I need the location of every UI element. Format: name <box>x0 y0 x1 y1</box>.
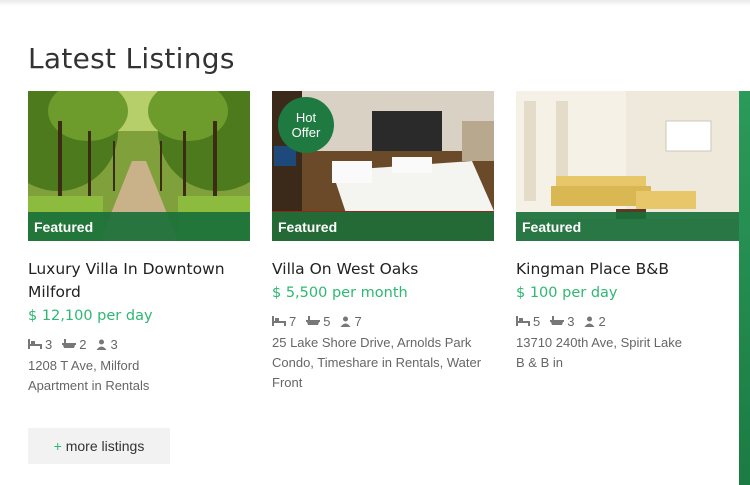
listing-image[interactable]: Featured <box>28 91 250 241</box>
bathtub-icon <box>306 316 321 325</box>
baths-count: 5 <box>323 313 331 329</box>
beds-count: 5 <box>533 313 541 329</box>
baths-feature: 2 <box>62 337 86 352</box>
person-icon <box>96 339 107 350</box>
header-shadow <box>0 0 750 6</box>
featured-badge: Featured <box>516 212 750 241</box>
guests-count: 3 <box>110 336 118 352</box>
listing-price: $ 12,100 per day <box>28 308 153 324</box>
listing-title[interactable]: Luxury Villa In Downtown Milford <box>28 258 250 304</box>
plus-icon: + <box>53 438 62 454</box>
listing-price: $ 100 per day <box>516 285 618 301</box>
hot-offer-line-1: Hot <box>295 110 317 125</box>
listing-image[interactable]: Hot Offer Featured <box>272 91 494 241</box>
listing-address: 13710 240th Ave, Spirit Lake <box>516 335 682 350</box>
section-title: Latest Listings <box>28 42 235 75</box>
listing-features: 5 3 2 <box>516 313 750 329</box>
guests-count: 2 <box>598 313 606 329</box>
hot-offer-line-2: Offer <box>291 125 321 140</box>
bathtub-icon <box>62 339 77 348</box>
bed-icon <box>28 339 42 349</box>
listing-address: 25 Lake Shore Drive, Arnolds Park <box>272 335 472 350</box>
baths-count: 3 <box>567 313 575 329</box>
listing-card[interactable]: Featured Kingman Place B&B $ 100 per day… <box>516 91 750 373</box>
more-listings-label: more listings <box>65 438 145 454</box>
bed-icon <box>516 316 530 326</box>
beds-count: 7 <box>289 313 297 329</box>
listing-features: 3 2 3 <box>28 336 250 352</box>
listing-card[interactable]: Featured Luxury Villa In Downtown Milfor… <box>28 91 250 396</box>
guests-feature: 3 <box>96 336 118 352</box>
baths-count: 2 <box>79 336 87 352</box>
listing-card[interactable]: Hot Offer Featured Villa On West Oaks $ … <box>272 91 494 393</box>
listing-price: $ 5,500 per month <box>272 285 408 301</box>
listing-image[interactable]: Featured <box>516 91 750 241</box>
featured-badge: Featured <box>28 212 250 241</box>
bed-icon <box>272 316 286 326</box>
listing-title[interactable]: Villa On West Oaks <box>272 258 494 281</box>
featured-badge: Featured <box>272 212 494 241</box>
guests-count: 7 <box>354 313 362 329</box>
baths-feature: 3 <box>550 314 574 329</box>
beds-feature: 5 <box>516 314 540 329</box>
more-listings-button[interactable]: + more listings <box>28 428 170 464</box>
person-icon <box>584 316 595 327</box>
beds-count: 3 <box>45 336 53 352</box>
bathtub-icon <box>550 316 565 325</box>
listing-address: 1208 T Ave, Milford <box>28 358 140 373</box>
hot-offer-badge: Hot Offer <box>278 97 334 153</box>
listing-title[interactable]: Kingman Place B&B <box>516 258 750 281</box>
listing-features: 7 5 7 <box>272 313 494 329</box>
person-icon <box>340 316 351 327</box>
guests-feature: 2 <box>584 313 606 329</box>
baths-feature: 5 <box>306 314 330 329</box>
next-listing-edge[interactable] <box>739 91 750 485</box>
beds-feature: 7 <box>272 314 296 329</box>
listing-category: Condo, Timeshare in Rentals, Water Front <box>272 355 482 390</box>
guests-feature: 7 <box>340 313 362 329</box>
listing-category: B & B in <box>516 355 563 370</box>
listing-category: Apartment in Rentals <box>28 378 150 393</box>
beds-feature: 3 <box>28 337 52 352</box>
